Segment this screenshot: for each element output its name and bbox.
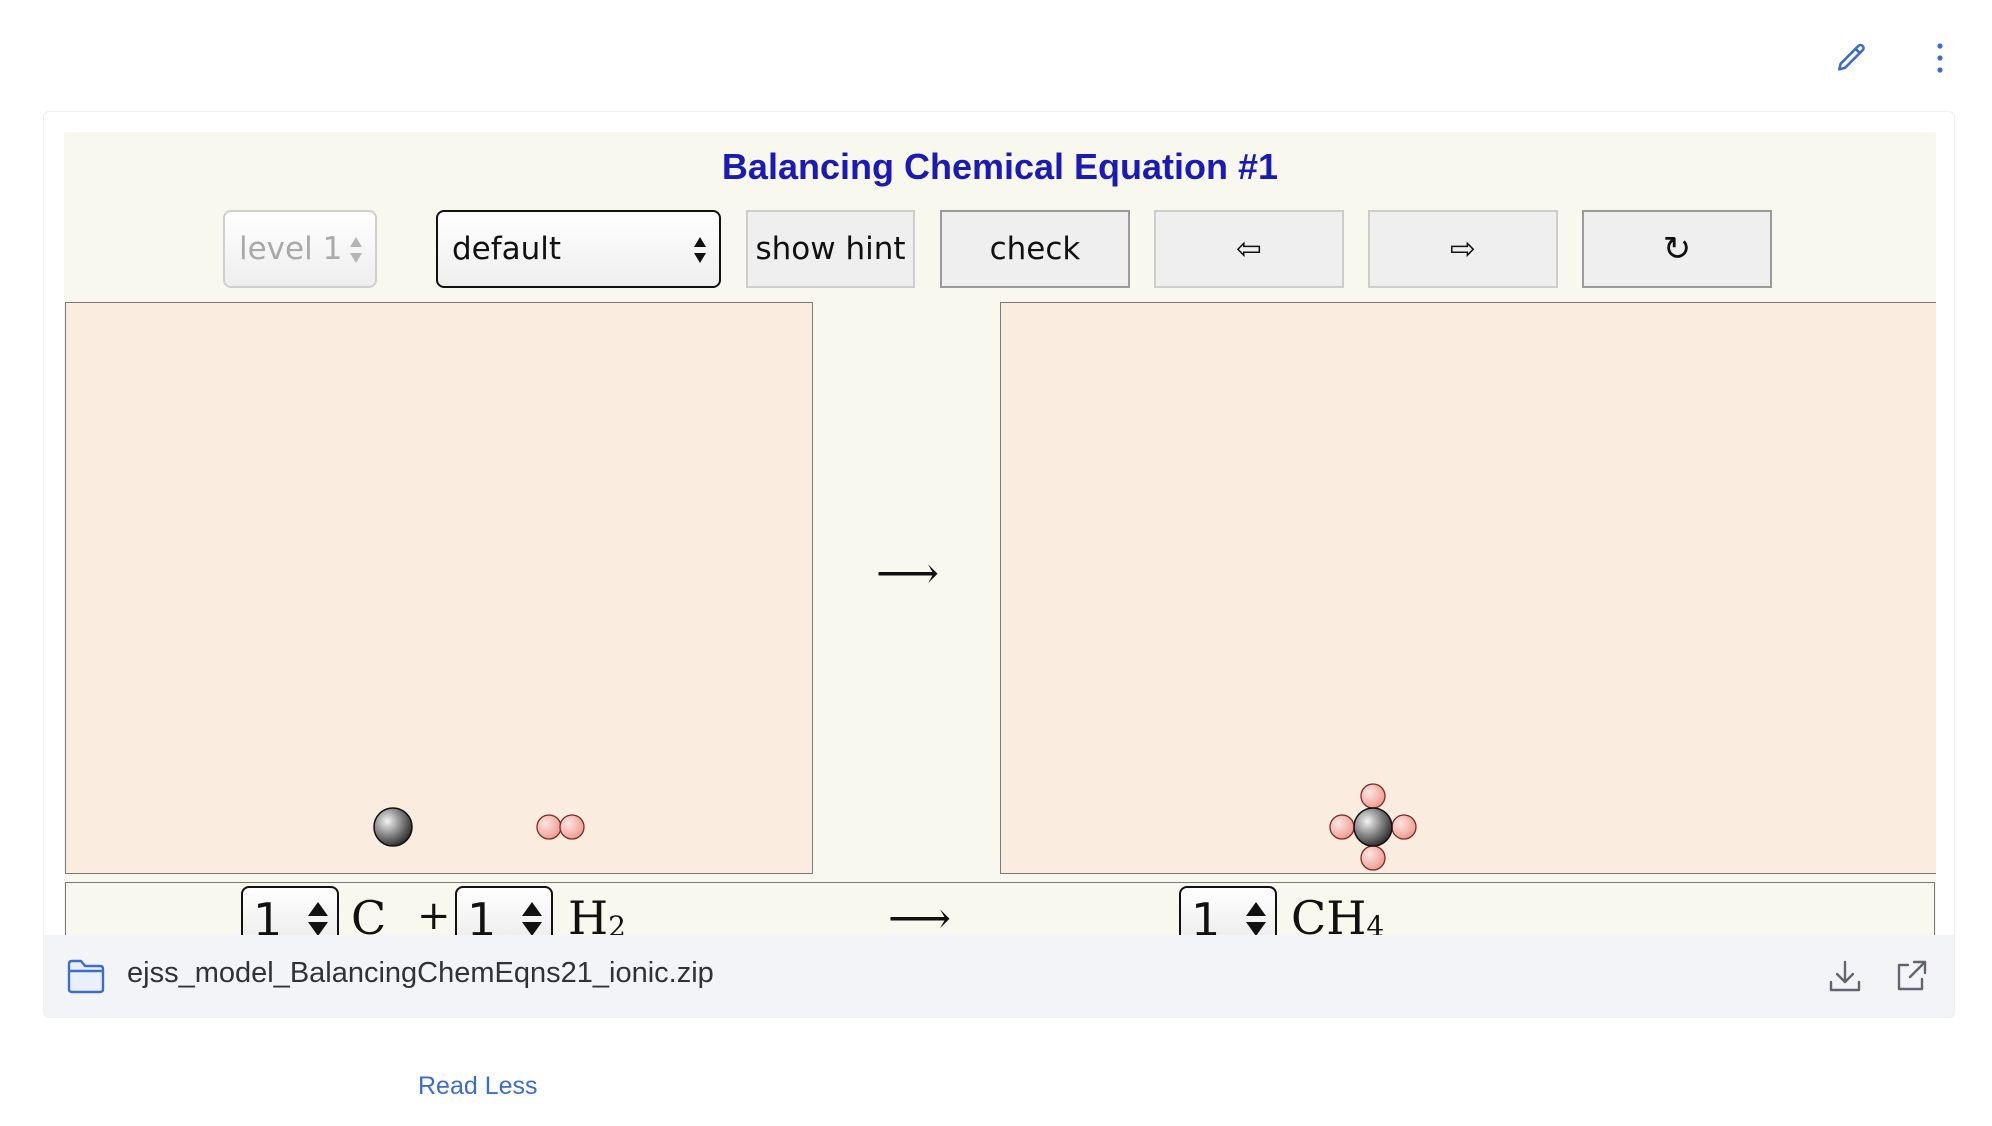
folder-icon bbox=[67, 959, 105, 994]
stepper-arrows-icon bbox=[1246, 902, 1266, 936]
next-button[interactable]: ⇨ bbox=[1368, 210, 1558, 288]
stepper-arrows-icon bbox=[308, 902, 328, 936]
file-attachment-bar: ejss_model_BalancingChemEqns21_ionic.zip bbox=[44, 935, 1954, 1017]
more-options-icon[interactable] bbox=[1920, 38, 1960, 78]
reaction-arrow: ⟶ bbox=[876, 548, 940, 599]
carbon-atom bbox=[373, 807, 413, 847]
stepper-arrows-icon bbox=[522, 902, 542, 936]
products-panel bbox=[1000, 302, 1936, 874]
select-arrows-icon bbox=[694, 237, 706, 263]
previous-button[interactable]: ⇦ bbox=[1154, 210, 1344, 288]
check-button[interactable]: check bbox=[940, 210, 1130, 288]
read-less-link[interactable]: Read Less bbox=[418, 1072, 538, 1101]
download-icon[interactable] bbox=[1826, 957, 1864, 995]
simulation-title: Balancing Chemical Equation #1 bbox=[721, 146, 1279, 187]
file-name[interactable]: ejss_model_BalancingChemEqns21_ionic.zip bbox=[127, 957, 714, 990]
edit-icon[interactable] bbox=[1832, 38, 1872, 78]
select-arrows-icon bbox=[350, 237, 362, 263]
external-link-icon[interactable] bbox=[1892, 957, 1930, 995]
simulation-frame: Balancing Chemical Equation #1 level 1 d… bbox=[64, 132, 1936, 957]
hydrogen-molecule bbox=[536, 814, 585, 840]
mode-select[interactable]: default bbox=[436, 210, 721, 288]
level-select: level 1 bbox=[223, 210, 377, 288]
attachment-card: Balancing Chemical Equation #1 level 1 d… bbox=[43, 111, 1955, 1018]
mode-select-value: default bbox=[452, 231, 562, 267]
plus-sign: + bbox=[417, 893, 451, 939]
level-select-value: level 1 bbox=[239, 231, 343, 267]
show-hint-button[interactable]: show hint bbox=[746, 210, 915, 288]
reset-button[interactable]: ↻ bbox=[1582, 210, 1772, 288]
methane-molecule bbox=[1329, 783, 1417, 871]
reactants-panel bbox=[65, 302, 813, 874]
